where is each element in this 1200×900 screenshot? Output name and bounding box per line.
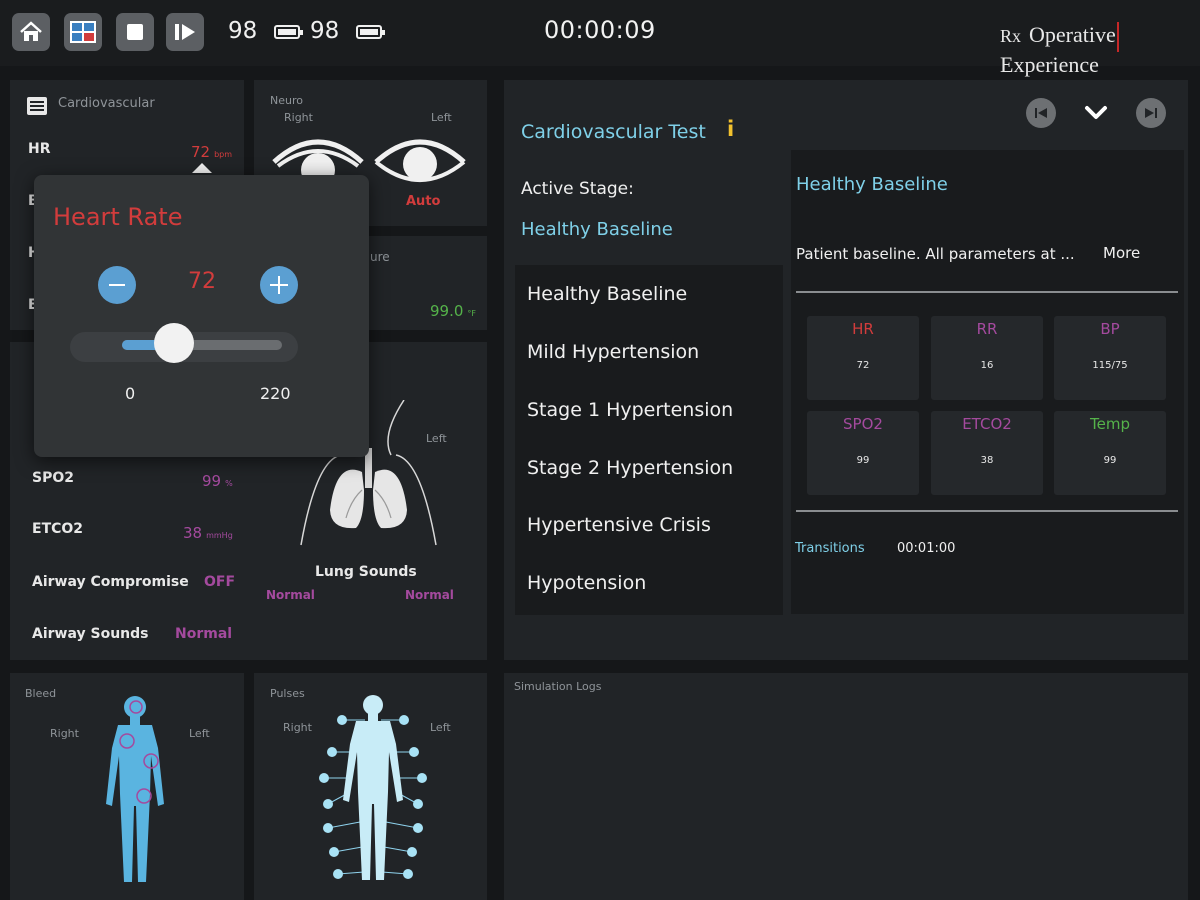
brand-logo: Rx OperativeExperience xyxy=(1000,22,1200,78)
cardiovascular-title: Cardiovascular xyxy=(58,96,155,111)
active-stage-label: Active Stage: xyxy=(521,179,634,199)
step-forward-button[interactable] xyxy=(166,13,204,51)
battery-icon xyxy=(274,25,303,39)
stage-item-stage1-hypertension[interactable]: Stage 1 Hypertension xyxy=(527,399,733,421)
left-eye-icon[interactable] xyxy=(374,130,466,192)
battery-level-1: 98 xyxy=(228,18,258,44)
pulses-body-figure[interactable] xyxy=(310,692,436,886)
stop-icon xyxy=(127,24,143,40)
neuro-title: Neuro xyxy=(270,94,303,107)
lung-left-sound-value[interactable]: Normal xyxy=(405,588,454,602)
temperature-title-fragment: ure xyxy=(370,250,390,264)
simulation-timer: 00:00:09 xyxy=(544,16,656,44)
spo2-label: SPO2 xyxy=(32,470,74,486)
top-bar: 98 98 00:00:09 Rx OperativeExperience xyxy=(0,0,1200,77)
monitor-button[interactable] xyxy=(64,13,102,51)
vital-cell-etco2: ETCO2 38 xyxy=(931,411,1043,495)
bleed-body-figure[interactable] xyxy=(96,694,176,888)
bleed-left-label: Left xyxy=(189,727,210,740)
transitions-time: 00:01:00 xyxy=(897,541,956,556)
vital-cell-temp: Temp 99 xyxy=(1054,411,1166,495)
lung-right-sound-value[interactable]: Normal xyxy=(266,588,315,602)
etco2-value[interactable]: 38 mmHg xyxy=(183,524,233,542)
etco2-label: ETCO2 xyxy=(32,521,84,537)
stage-item-stage2-hypertension[interactable]: Stage 2 Hypertension xyxy=(527,457,733,479)
hr-value[interactable]: 72 bpm xyxy=(191,143,232,161)
next-stage-button[interactable] xyxy=(1136,98,1166,128)
divider xyxy=(796,510,1178,512)
slider-min-label: 0 xyxy=(125,384,136,403)
bleed-title: Bleed xyxy=(25,687,57,700)
increase-button[interactable] xyxy=(260,266,298,304)
skip-back-icon xyxy=(1035,108,1047,118)
stage-item-mild-hypertension[interactable]: Mild Hypertension xyxy=(527,341,699,363)
simulation-logs-title: Simulation Logs xyxy=(514,680,602,693)
heart-rate-popup: Heart Rate 72 xyxy=(34,175,369,457)
slider-max-label: 220 xyxy=(260,384,291,403)
pulses-title: Pulses xyxy=(270,687,305,700)
left-eye-status: Auto xyxy=(406,194,441,209)
spo2-value[interactable]: 99% xyxy=(202,472,233,490)
list-icon xyxy=(27,97,47,115)
pulses-right-label: Right xyxy=(283,721,312,734)
home-icon xyxy=(20,21,42,41)
heart-rate-popup-title: Heart Rate xyxy=(53,203,183,231)
stage-item-hypotension[interactable]: Hypotension xyxy=(527,572,646,594)
vital-cell-hr: HR 72 xyxy=(807,316,919,400)
stage-detail-title: Healthy Baseline xyxy=(796,174,948,195)
skip-forward-icon xyxy=(1145,108,1157,118)
decrease-button[interactable] xyxy=(98,266,136,304)
airway-compromise-label: Airway Compromise xyxy=(32,574,189,590)
airway-sounds-value[interactable]: Normal xyxy=(175,626,232,642)
stage-list xyxy=(515,265,783,615)
airway-compromise-value[interactable]: OFF xyxy=(204,574,235,590)
more-link[interactable]: More xyxy=(1103,244,1140,262)
airway-sounds-label: Airway Sounds xyxy=(32,626,149,642)
previous-stage-button[interactable] xyxy=(1026,98,1056,128)
battery-level-2: 98 xyxy=(310,18,340,44)
step-forward-icon xyxy=(175,24,195,40)
simulation-logs-panel xyxy=(504,673,1188,900)
vital-cell-rr: RR 16 xyxy=(931,316,1043,400)
heart-rate-popup-value: 72 xyxy=(188,269,216,294)
plus-icon xyxy=(270,276,288,294)
neuro-right-label: Right xyxy=(284,111,313,124)
info-icon[interactable]: i xyxy=(727,117,734,141)
stop-button[interactable] xyxy=(116,13,154,51)
active-stage-value: Healthy Baseline xyxy=(521,219,673,240)
vital-cell-bp: BP 115/75 xyxy=(1054,316,1166,400)
chevron-down-icon[interactable] xyxy=(1084,103,1108,123)
divider xyxy=(796,291,1178,293)
temperature-value[interactable]: 99.0 °F xyxy=(430,302,476,320)
transitions-label: Transitions xyxy=(795,541,865,556)
stage-item-hypertensive-crisis[interactable]: Hypertensive Crisis xyxy=(527,514,711,536)
battery-icon xyxy=(356,25,385,39)
hr-label: HR xyxy=(28,141,51,157)
vital-cell-spo2: SPO2 99 xyxy=(807,411,919,495)
stage-item-healthy-baseline[interactable]: Healthy Baseline xyxy=(527,283,687,305)
stage-detail-description: Patient baseline. All parameters at ... xyxy=(796,245,1075,263)
home-button[interactable] xyxy=(12,13,50,51)
minus-icon xyxy=(109,284,125,286)
bleed-right-label: Right xyxy=(50,727,79,740)
monitor-layout-icon xyxy=(70,21,96,43)
lung-sounds-label: Lung Sounds xyxy=(315,564,417,580)
scenario-title: Cardiovascular Test xyxy=(521,121,706,143)
selected-caret-icon xyxy=(192,163,212,173)
neuro-left-label: Left xyxy=(431,111,452,124)
